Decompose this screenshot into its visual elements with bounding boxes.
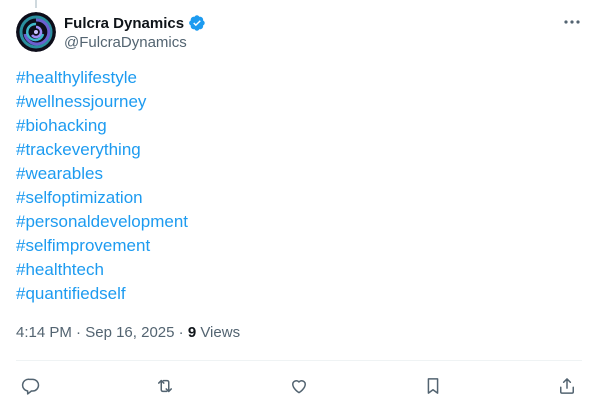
post-metadata: 4:14 PM · Sep 16, 2025 · 9 Views [16,323,240,343]
bookmark-button[interactable] [418,372,448,400]
like-button[interactable] [284,372,314,400]
views-count: 9 [187,324,197,341]
bookmark-icon [427,378,439,394]
heart-icon [292,380,306,394]
author-display-name[interactable]: Fulcra Dynamics [64,15,184,32]
hashtag-link[interactable]: #healthylifestyle [16,66,582,90]
hashtag-link[interactable]: #personaldevelopment [16,210,582,234]
repost-button[interactable] [150,372,180,400]
reply-button[interactable] [16,372,46,400]
avatar[interactable] [16,12,56,52]
share-button[interactable] [552,372,582,400]
hashtag-link[interactable]: #wearables [16,162,582,186]
meta-separator: · [71,324,86,341]
hashtag-link[interactable]: #selfimprovement [16,234,582,258]
share-icon [560,378,574,394]
hashtag-link[interactable]: #quantifiedself [16,282,582,306]
verified-badge-icon [188,14,206,32]
post-timestamp-date[interactable]: Sep 16, 2025 [85,323,174,343]
hashtag-link[interactable]: #wellnessjourney [16,90,582,114]
more-dots-icon [564,20,580,24]
divider [16,360,582,361]
repost-icon [158,379,172,393]
post-timestamp-time[interactable]: 4:14 PM [16,323,72,343]
hashtag-link[interactable]: #trackeverything [16,138,582,162]
action-bar [16,372,582,400]
meta-separator: · [174,324,188,341]
fulcra-logo-icon [16,12,56,52]
reply-icon [21,378,40,395]
hashtag-link[interactable]: #biohacking [16,114,582,138]
author-info: Fulcra Dynamics @FulcraDynamics [64,13,206,51]
hashtag-link[interactable]: #healthtech [16,258,582,282]
thread-connector-line [35,0,37,8]
post-header: Fulcra Dynamics @FulcraDynamics [16,12,582,52]
post-text: #healthylifestyle #wellnessjourney #bioh… [16,66,582,306]
more-options-button[interactable] [562,12,582,32]
hashtag-link[interactable]: #selfoptimization [16,186,582,210]
author-handle[interactable]: @FulcraDynamics [64,34,206,51]
views-label: Views [200,324,241,341]
